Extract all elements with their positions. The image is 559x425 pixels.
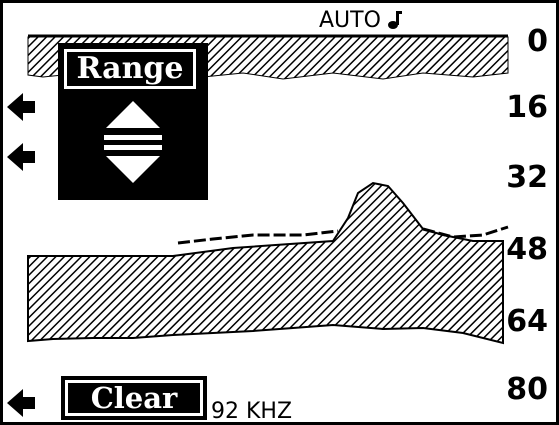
music-note-icon bbox=[387, 11, 402, 29]
depth-label-48: 48 bbox=[506, 232, 548, 267]
depth-label-64: 64 bbox=[506, 304, 548, 339]
range-arrows bbox=[104, 101, 162, 183]
depth-label-16: 16 bbox=[506, 90, 548, 125]
depth-label-80: 80 bbox=[506, 372, 548, 407]
clear-button-label: Clear bbox=[65, 380, 203, 416]
depth-label-32: 32 bbox=[506, 160, 548, 195]
range-separator bbox=[104, 135, 162, 140]
mode-text: AUTO bbox=[319, 8, 381, 33]
range-separator bbox=[104, 145, 162, 150]
mode-label: AUTO bbox=[317, 9, 404, 33]
bottom-return bbox=[27, 181, 504, 345]
frequency-label: 92 KHZ bbox=[211, 399, 293, 424]
sonar-display: AUTO 0 16 32 48 64 80 Range Clear 92 KHZ bbox=[0, 0, 559, 425]
left-arrow-icon[interactable] bbox=[7, 143, 35, 171]
depth-label-0: 0 bbox=[527, 24, 548, 59]
left-arrow-icon[interactable] bbox=[7, 93, 35, 121]
clear-button[interactable]: Clear bbox=[61, 376, 207, 420]
triangle-up-icon[interactable] bbox=[106, 101, 160, 128]
triangle-down-icon[interactable] bbox=[106, 156, 160, 183]
left-arrow-icon[interactable] bbox=[7, 389, 35, 417]
range-menu[interactable]: Range bbox=[58, 43, 208, 200]
